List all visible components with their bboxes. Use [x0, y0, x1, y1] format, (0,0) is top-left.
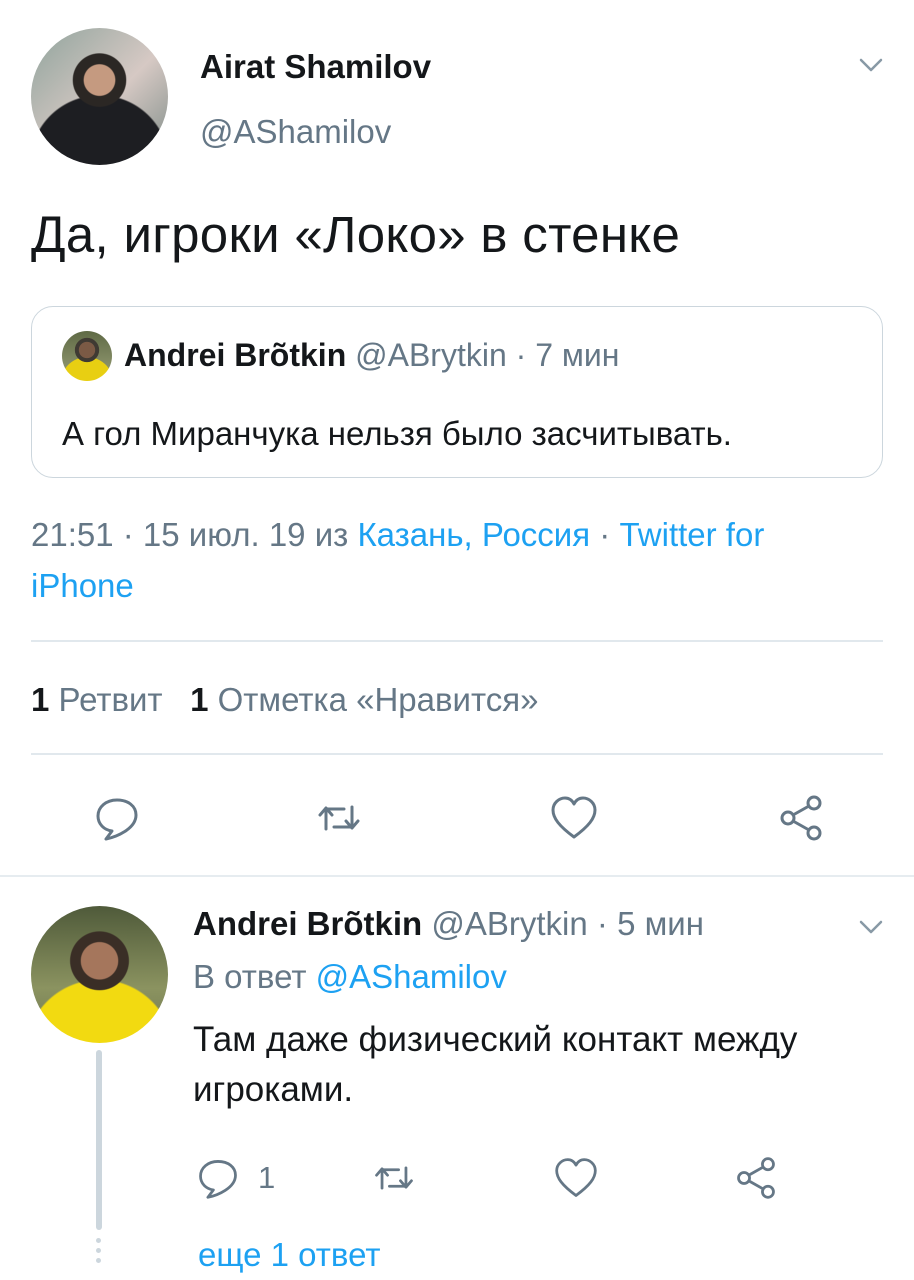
retweet-icon[interactable]	[314, 793, 364, 843]
quoted-tweet-header: Andrei Brõtkin @ABrytkin · 7 мин	[124, 337, 619, 374]
reply-count: 1	[258, 1160, 276, 1195]
heart-icon[interactable]	[549, 793, 599, 843]
heart-icon[interactable]	[553, 1155, 599, 1201]
chevron-down-icon[interactable]	[858, 914, 884, 940]
share-icon[interactable]	[776, 793, 826, 843]
more-replies-link[interactable]: еще 1 ответ	[198, 1236, 380, 1274]
reply-prefix: В ответ	[193, 958, 316, 995]
quoted-tweet-time: · 7 мин	[515, 337, 620, 373]
section-divider	[0, 875, 914, 877]
tweet-stats: 1 Ретвит 1 Отметка «Нравится»	[31, 681, 538, 719]
chevron-down-icon[interactable]	[858, 52, 884, 78]
quoted-tweet-text: А гол Миранчука нельзя было засчитывать.	[62, 415, 732, 452]
quoted-author-handle: @ABrytkin	[355, 337, 507, 373]
thread-line	[96, 1050, 102, 1230]
location-link[interactable]: Казань, Россия	[357, 516, 590, 553]
reply-to-handle[interactable]: @AShamilov	[316, 958, 507, 995]
like-count[interactable]: 1	[190, 681, 208, 718]
author-name[interactable]: Airat Shamilov	[200, 48, 431, 86]
like-label[interactable]: Отметка «Нравится»	[218, 681, 539, 718]
reply-icon[interactable]	[195, 1155, 241, 1201]
reply-text: Там даже физический контакт между игрока…	[193, 1020, 798, 1109]
tweet-timestamp: 21:51 · 15 июл. 19 из	[31, 516, 358, 553]
tweet-meta: 21:51 · 15 июл. 19 из Казань, Россия · T…	[31, 516, 764, 554]
retweet-icon[interactable]	[371, 1155, 417, 1201]
reply-author-name[interactable]: Andrei Brõtkin	[193, 905, 422, 942]
reply-icon[interactable]	[92, 793, 142, 843]
reply-author-handle[interactable]: @ABrytkin	[431, 905, 587, 942]
retweet-count[interactable]: 1	[31, 681, 49, 718]
reply-time: · 5 мин	[596, 905, 704, 942]
thread-dots	[96, 1238, 102, 1268]
quoted-author-avatar	[62, 331, 112, 381]
tweet-text: Да, игроки «Локо» в стенке	[31, 206, 681, 263]
divider	[31, 753, 883, 755]
reply-author-avatar[interactable]	[31, 906, 168, 1043]
share-icon[interactable]	[733, 1155, 779, 1201]
author-handle[interactable]: @AShamilov	[200, 113, 391, 151]
meta-separator: ·	[590, 516, 620, 553]
source-link-continued[interactable]: iPhone	[31, 567, 134, 605]
reply-header: Andrei Brõtkin @ABrytkin · 5 мин	[193, 905, 704, 943]
quoted-tweet-card[interactable]: Andrei Brõtkin @ABrytkin · 7 мин А гол М…	[31, 306, 883, 478]
source-link[interactable]: Twitter for	[619, 516, 764, 553]
author-avatar[interactable]	[31, 28, 168, 165]
reply-to-line: В ответ @AShamilov	[193, 958, 507, 996]
divider	[31, 640, 883, 642]
retweet-label[interactable]: Ретвит	[59, 681, 163, 718]
quoted-author-name: Andrei Brõtkin	[124, 337, 347, 373]
